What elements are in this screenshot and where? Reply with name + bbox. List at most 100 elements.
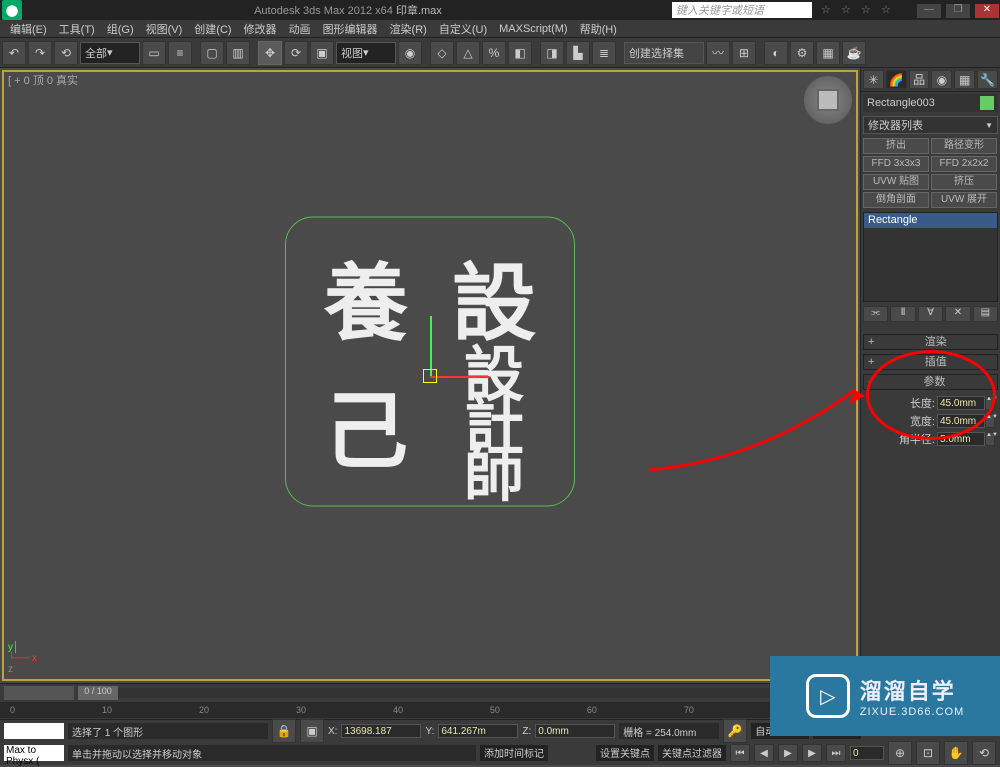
menu-tools[interactable]: 工具(T) [53, 21, 101, 37]
menu-graph[interactable]: 图形编辑器 [317, 21, 384, 37]
view-cube[interactable] [804, 76, 852, 124]
menu-maxscript[interactable]: MAXScript(M) [493, 23, 573, 35]
layers-button[interactable]: ≣ [592, 41, 616, 65]
hierarchy-tab[interactable]: 品 [909, 70, 930, 89]
menu-bar[interactable]: 编辑(E) 工具(T) 组(G) 视图(V) 创建(C) 修改器 动画 图形编辑… [0, 20, 1000, 38]
ref-coord-dropdown[interactable]: 视图 ▾ [336, 42, 396, 64]
pin-stack-button[interactable]: ⫘ [863, 306, 888, 322]
mod-ffd3[interactable]: FFD 3x3x3 [863, 156, 929, 172]
viewport-nav1[interactable]: ⊕ [888, 741, 912, 765]
coord-z-input[interactable] [535, 724, 615, 738]
object-color-swatch[interactable] [980, 96, 994, 110]
abs-rel-button[interactable]: ▣ [300, 719, 324, 743]
icon-1: ☆ [818, 3, 834, 17]
menu-create[interactable]: 创建(C) [188, 21, 237, 37]
keyfilter-button[interactable]: 关键点过滤器 [658, 745, 726, 761]
menu-modifier[interactable]: 修改器 [238, 21, 283, 37]
menu-help[interactable]: 帮助(H) [574, 21, 623, 37]
redo-button[interactable]: ↷ [28, 41, 52, 65]
watermark-icon: ▷ [806, 674, 850, 718]
select-name-button[interactable]: ≡ [168, 41, 192, 65]
next-frame-button[interactable]: ▶ [802, 744, 822, 762]
mod-squeeze[interactable]: 挤压 [931, 174, 997, 190]
coord-y-input[interactable] [438, 724, 518, 738]
create-tab[interactable]: ✳ [863, 70, 884, 89]
menu-custom[interactable]: 自定义(U) [433, 21, 493, 37]
menu-anim[interactable]: 动画 [283, 21, 317, 37]
curve-editor-button[interactable]: 〰 [706, 41, 730, 65]
menu-view[interactable]: 视图(V) [140, 21, 189, 37]
viewport-nav4[interactable]: ⟲ [972, 741, 996, 765]
menu-group[interactable]: 组(G) [101, 21, 140, 37]
render-frame-button[interactable]: ▦ [816, 41, 840, 65]
window-controls[interactable]: — ❐ ✕ [916, 3, 1000, 18]
prev-frame-button[interactable]: ◀ [754, 744, 774, 762]
goto-end-button[interactable]: ⏭ [826, 744, 846, 762]
object-name-field[interactable]: Rectangle003 [863, 94, 998, 112]
goto-start-button[interactable]: ⏮ [730, 744, 750, 762]
pivot-button[interactable]: ◉ [398, 41, 422, 65]
mod-ffd2[interactable]: FFD 2x2x2 [931, 156, 997, 172]
move-button[interactable]: ✥ [258, 41, 282, 65]
current-frame-input[interactable] [850, 746, 884, 760]
scale-button[interactable]: ▣ [310, 41, 334, 65]
snap-angle-button[interactable]: △ [456, 41, 480, 65]
window-title: Autodesk 3ds Max 2012 x64 印章.max [24, 2, 672, 18]
utilities-tab[interactable]: 🔧 [977, 70, 998, 89]
window-crossing-button[interactable]: ▥ [226, 41, 250, 65]
named-selection-dropdown[interactable]: 创建选择集 [624, 42, 704, 64]
maxscript-listener[interactable] [4, 723, 64, 739]
unique-button[interactable]: ∀ [918, 306, 943, 322]
schematic-button[interactable]: ⊞ [732, 41, 756, 65]
title-shortcut-icons[interactable]: ☆☆☆☆ [816, 3, 896, 17]
select-button[interactable]: ▭ [142, 41, 166, 65]
rect-select-button[interactable]: ▢ [200, 41, 224, 65]
menu-render[interactable]: 渲染(R) [384, 21, 433, 37]
mirror-button[interactable]: ◨ [540, 41, 564, 65]
selection-filter-dropdown[interactable]: 全部 ▾ [80, 42, 140, 64]
viewport-nav3[interactable]: ✋ [944, 741, 968, 765]
viewport-top[interactable]: [ + 0 顶 0 真实 養 設 己 設計師 y│└── xz [0, 68, 860, 683]
spinner-snap-button[interactable]: ◧ [508, 41, 532, 65]
snap-button[interactable]: ◇ [430, 41, 454, 65]
remove-mod-button[interactable]: ✕ [945, 306, 970, 322]
viewport-label[interactable]: [ + 0 顶 0 真实 [8, 72, 78, 88]
modifier-list-dropdown[interactable]: 修改器列表 [863, 116, 998, 134]
mod-extrude[interactable]: 挤出 [863, 138, 929, 154]
modify-tab[interactable]: 🌈 [886, 70, 907, 89]
mod-bevel[interactable]: 倒角剖面 [863, 192, 929, 208]
undo-button[interactable]: ↶ [2, 41, 26, 65]
rotate-button[interactable]: ⟳ [284, 41, 308, 65]
rollout-render[interactable]: 渲染 [863, 334, 998, 350]
stack-rectangle[interactable]: Rectangle [864, 213, 997, 228]
motion-tab[interactable]: ◉ [931, 70, 952, 89]
modifier-stack[interactable]: Rectangle [863, 212, 998, 302]
mod-uvw[interactable]: UVW 贴图 [863, 174, 929, 190]
time-slider-handle[interactable] [4, 686, 74, 700]
help-search-input[interactable]: 键入关键字或短语 [672, 2, 812, 18]
icon-3: ☆ [858, 3, 874, 17]
show-end-button[interactable]: Ⅱ [890, 306, 915, 322]
snap-pct-button[interactable]: % [482, 41, 506, 65]
render-setup-button[interactable]: ⚙ [790, 41, 814, 65]
mod-pathdef[interactable]: 路径变形 [931, 138, 997, 154]
key-button[interactable]: 🔑 [723, 719, 747, 743]
mod-unwrap[interactable]: UVW 展开 [931, 192, 997, 208]
corner-spinner[interactable]: ▲▼ [985, 432, 995, 446]
play-button[interactable]: ▶ [778, 744, 798, 762]
link-button[interactable]: ⟲ [54, 41, 78, 65]
selection-info: 选择了 1 个图形 [68, 723, 268, 739]
coord-x-input[interactable] [341, 724, 421, 738]
time-tag-button[interactable]: 添加时间标记 [480, 745, 548, 761]
display-tab[interactable]: ▦ [954, 70, 975, 89]
maxscript-mini[interactable]: Max to Physx ( [4, 745, 64, 761]
render-button[interactable]: ☕ [842, 41, 866, 65]
app-icon[interactable]: ⬤ [2, 0, 22, 20]
lock-button[interactable]: 🔒 [272, 719, 296, 743]
setkey-button[interactable]: 设置关键点 [596, 745, 654, 761]
menu-edit[interactable]: 编辑(E) [4, 21, 53, 37]
config-button[interactable]: ▤ [973, 306, 998, 322]
align-button[interactable]: ▙ [566, 41, 590, 65]
material-editor-button[interactable]: ◐ [764, 41, 788, 65]
viewport-nav2[interactable]: ⊡ [916, 741, 940, 765]
